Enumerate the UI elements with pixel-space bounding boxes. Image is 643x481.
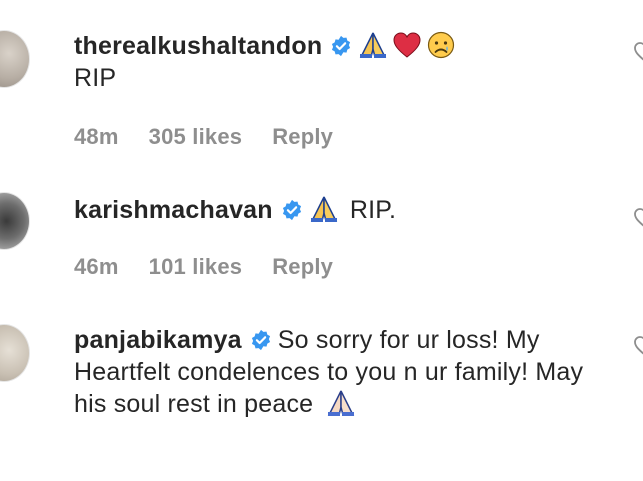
like-heart-icon[interactable] <box>633 334 643 358</box>
username-link[interactable]: karishmachavan <box>74 196 273 224</box>
username-link[interactable]: panjabikamya <box>74 326 242 354</box>
sad-face-icon <box>428 31 455 59</box>
folded-hands-icon <box>328 390 355 416</box>
red-heart-icon <box>393 32 421 58</box>
avatar[interactable] <box>0 324 30 382</box>
avatar[interactable] <box>0 192 30 250</box>
username-link[interactable]: therealkushaltandon <box>74 32 322 60</box>
like-heart-icon[interactable] <box>633 206 643 230</box>
comment-item: therealkushaltandon RIP 48m 305 likes Re… <box>0 0 643 170</box>
avatar[interactable] <box>0 30 30 88</box>
like-heart-icon[interactable] <box>633 40 643 64</box>
comment-body: RIP <box>74 64 117 92</box>
folded-hands-icon <box>360 32 387 58</box>
comment-timestamp[interactable]: 46m <box>74 254 119 280</box>
comment-item: panjabikamya So sorry for ur loss! My Hea… <box>0 310 643 481</box>
reply-button[interactable]: Reply <box>272 124 333 150</box>
comment-meta: 46m 101 likes Reply <box>74 254 603 280</box>
folded-hands-icon <box>310 196 337 222</box>
comment-text-block: karishmachavan RIP. <box>74 194 603 226</box>
comment-text-block: panjabikamya So sorry for ur loss! My Hea… <box>74 324 603 420</box>
verified-badge-icon <box>282 199 301 221</box>
reply-button[interactable]: Reply <box>272 254 333 280</box>
likes-count[interactable]: 101 likes <box>149 254 243 280</box>
comment-timestamp[interactable]: 48m <box>74 124 119 150</box>
likes-count[interactable]: 305 likes <box>149 124 243 150</box>
verified-badge-icon <box>332 35 351 57</box>
comment-text-block: therealkushaltandon RIP <box>74 30 603 94</box>
comment-body: RIP. <box>349 196 397 224</box>
verified-badge-icon <box>251 329 270 351</box>
comment-item: karishmachavan RIP. 46m 101 likes Reply <box>0 170 643 310</box>
comment-meta: 48m 305 likes Reply <box>74 124 603 150</box>
